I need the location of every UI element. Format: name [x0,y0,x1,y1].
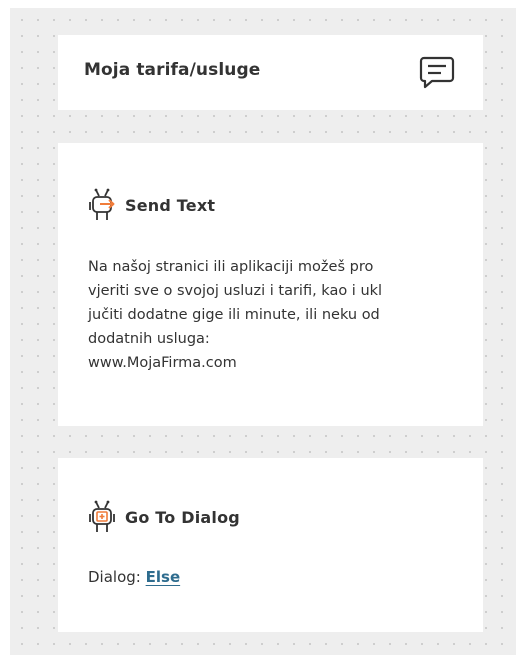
go-to-dialog-header: Go To Dialog [88,500,240,534]
dialog-header-card: Moja tarifa/usluge [58,35,483,110]
go-to-dialog-title: Go To Dialog [125,507,240,527]
send-text-header: Send Text [88,188,215,222]
comment-button[interactable] [417,54,457,92]
dialog-title: Moja tarifa/usluge [84,60,261,80]
dialog-label: Dialog: [88,568,141,586]
dialog-target-link[interactable]: Else [146,568,181,586]
comment-icon [419,56,455,89]
send-text-title: Send Text [125,195,216,215]
send-text-message: Na našoj stranici ili aplikaciji možeš p… [88,259,383,371]
robot-send-icon [89,188,115,220]
dialog-target-row: Dialog: Else [88,568,180,586]
robot-goto-icon [89,500,115,532]
send-text-node[interactable]: Send Text Na našoj stranici ili aplikaci… [58,143,483,426]
go-to-dialog-node[interactable]: Go To Dialog Dialog: Else [58,458,483,632]
